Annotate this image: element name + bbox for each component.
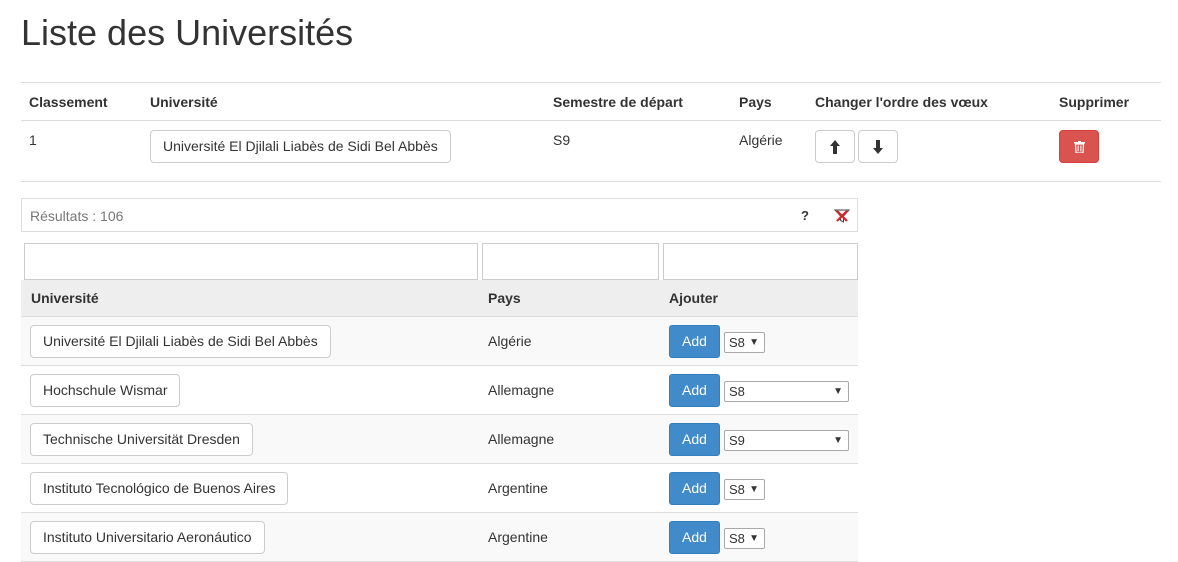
semester-select[interactable]: S8 ▼ [724, 381, 849, 402]
semester-select-value: S8 [729, 384, 745, 399]
results-header: Université Pays Ajouter [21, 280, 858, 317]
help-button[interactable]: ? [801, 208, 809, 223]
col-university: Université [142, 82, 545, 121]
choices-header-row: Classement Université Semestre de départ… [21, 82, 1161, 121]
delete-button[interactable] [1059, 130, 1099, 163]
arrow-down-icon [872, 140, 883, 154]
result-country: Argentine [488, 529, 548, 545]
result-row: Instituto Universitario Aeronáutico Arge… [21, 513, 858, 562]
results-col-add: Ajouter [669, 290, 718, 306]
chevron-down-icon: ▼ [833, 386, 843, 397]
arrow-up-icon [830, 140, 840, 154]
semester-select[interactable]: S8 ▼ [724, 528, 765, 549]
add-button[interactable]: Add [669, 374, 720, 407]
filter-country-input[interactable] [482, 243, 659, 280]
results-count: Résultats : 106 [30, 208, 124, 224]
result-university-button[interactable]: Instituto Tecnológico de Buenos Aires [30, 472, 289, 505]
result-row: Hochschule Wismar Allemagne Add S8 ▼ [21, 366, 858, 415]
trash-icon [1074, 141, 1085, 153]
filter-university-input[interactable] [24, 243, 478, 280]
chevron-down-icon: ▼ [833, 435, 843, 446]
chevron-down-icon: ▼ [749, 337, 759, 348]
semester-select-value: S8 [729, 482, 745, 497]
semester-select-value: S8 [729, 335, 745, 350]
result-university-button[interactable]: Université El Djilali Liabès de Sidi Bel… [30, 325, 331, 358]
result-country: Argentine [488, 480, 548, 496]
choice-university-button[interactable]: Université El Djilali Liabès de Sidi Bel… [150, 130, 451, 163]
move-down-button[interactable] [857, 130, 898, 163]
semester-select[interactable]: S8 ▼ [724, 479, 765, 500]
result-university-button[interactable]: Instituto Universitario Aeronáutico [30, 521, 265, 554]
chevron-down-icon: ▼ [749, 533, 759, 544]
semester-select[interactable]: S8 ▼ [724, 332, 765, 353]
choice-country: Algérie [731, 120, 807, 182]
result-country: Allemagne [488, 431, 555, 447]
results-col-university: Université [31, 290, 99, 306]
add-button[interactable]: Add [669, 325, 720, 358]
col-order: Changer l'ordre des vœux [807, 82, 1051, 121]
results-col-country: Pays [488, 290, 521, 306]
result-country: Allemagne [488, 382, 555, 398]
result-row: Université El Djilali Liabès de Sidi Bel… [21, 317, 858, 366]
semester-select[interactable]: S9 ▼ [724, 430, 849, 451]
result-university-button[interactable]: Technische Universität Dresden [30, 423, 253, 456]
result-country: Algérie [488, 333, 532, 349]
filter-add-input[interactable] [663, 243, 858, 280]
col-country: Pays [731, 82, 807, 121]
semester-select-value: S8 [729, 531, 745, 546]
choice-row: 1 Université El Djilali Liabès de Sidi B… [21, 120, 1161, 182]
col-rank: Classement [21, 82, 142, 121]
result-row: Instituto Tecnológico de Buenos Aires Ar… [21, 464, 858, 513]
move-up-button[interactable] [815, 130, 855, 163]
chevron-down-icon: ▼ [749, 484, 759, 495]
semester-select-value: S9 [729, 433, 745, 448]
choice-rank: 1 [21, 120, 142, 182]
result-row: Technische Universität Dresden Allemagne… [21, 415, 858, 464]
add-button[interactable]: Add [669, 521, 720, 554]
add-button[interactable]: Add [669, 423, 720, 456]
col-delete: Supprimer [1051, 82, 1161, 121]
choice-semester: S9 [545, 120, 731, 182]
results-bar: Résultats : 106 ? [21, 198, 858, 232]
page-title: Liste des Universités [21, 12, 354, 53]
result-university-button[interactable]: Hochschule Wismar [30, 374, 181, 407]
add-button[interactable]: Add [669, 472, 720, 505]
clear-filter-icon[interactable] [834, 208, 850, 224]
choices-table: Classement Université Semestre de départ… [21, 82, 1161, 182]
col-semester: Semestre de départ [545, 82, 731, 121]
